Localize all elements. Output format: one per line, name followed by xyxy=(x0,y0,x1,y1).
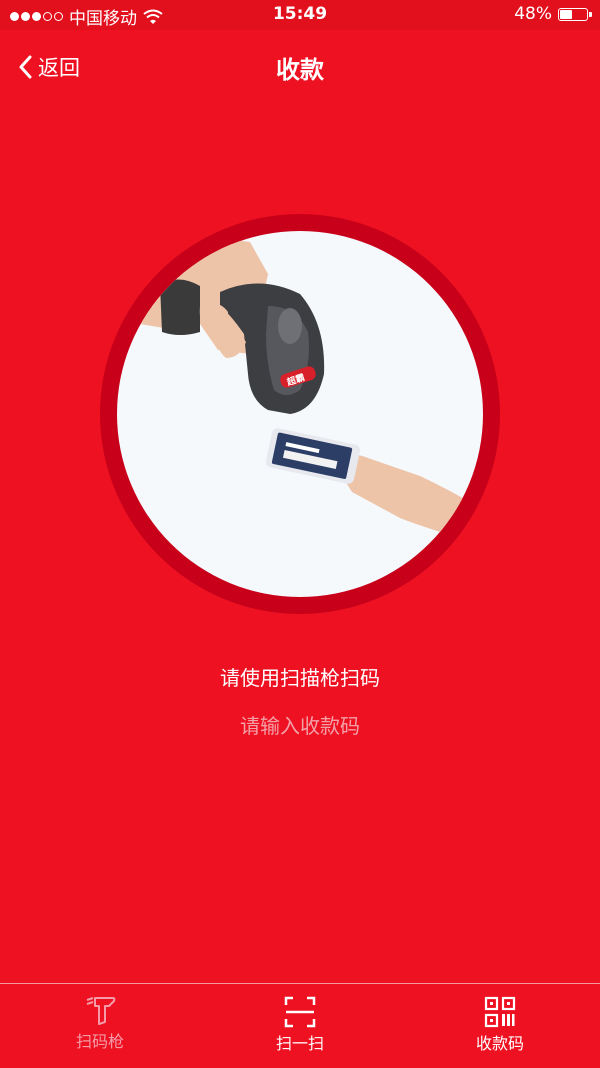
tab-label: 扫一扫 xyxy=(275,1034,324,1053)
nav-bar: 返回 收款 xyxy=(0,30,600,102)
tab-label: 扫码枪 xyxy=(75,1032,124,1051)
tab-label: 收款码 xyxy=(475,1034,524,1053)
tab-bar: 扫码枪 扫一扫 收款码 xyxy=(0,983,600,1068)
enter-payment-code-link[interactable]: 请输入收款码 xyxy=(0,710,600,739)
page-title: 收款 xyxy=(276,56,324,84)
tab-scan[interactable]: 扫一扫 xyxy=(200,984,400,1068)
qr-code-icon xyxy=(484,996,516,1028)
scan-frame-icon xyxy=(284,996,316,1028)
scan-prompt-text: 请使用扫描枪扫码 xyxy=(220,666,380,690)
scanner-illustration: 超霸 xyxy=(100,214,500,614)
status-right: 48% xyxy=(514,4,592,24)
battery-percentage: 48% xyxy=(514,4,552,24)
clock: 15:49 xyxy=(272,4,328,24)
battery-icon xyxy=(558,7,592,21)
tab-payment-code[interactable]: 收款码 xyxy=(400,984,600,1068)
battery-level xyxy=(560,9,572,19)
status-bar: 中国移动 15:49 48% xyxy=(0,0,600,30)
barcode-scanner-icon xyxy=(86,997,116,1025)
tab-scanner-gun[interactable]: 扫码枪 xyxy=(0,984,200,1068)
